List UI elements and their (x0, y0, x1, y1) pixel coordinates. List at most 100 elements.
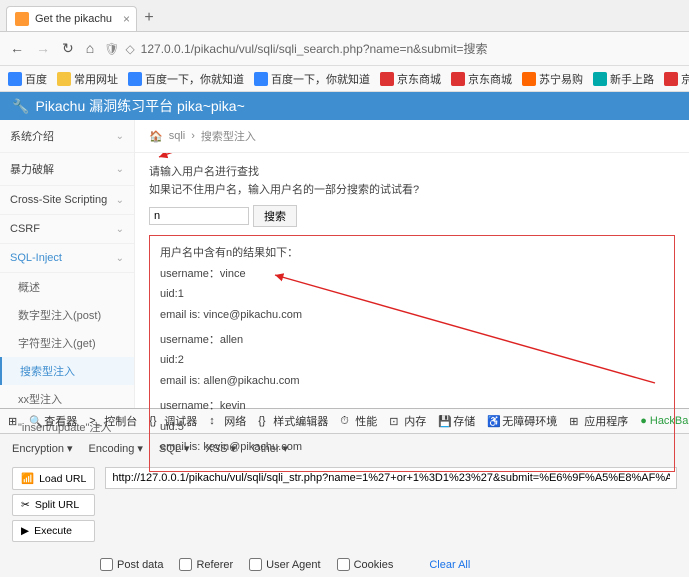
new-tab-button[interactable]: + (137, 9, 161, 31)
hackbar-options: Post data Referer User Agent Cookies Clear A… (0, 552, 689, 577)
browser-nav-bar: ← → ↻ ⌂ 🛡 ◇ 127.0.0.1/pikachu/vul/sqli/s… (0, 32, 689, 66)
forward-icon[interactable]: → (36, 40, 50, 57)
split-url-button[interactable]: ✂Split URL (12, 494, 95, 516)
checkbox[interactable] (100, 558, 113, 571)
browser-tab-bar: Get the pikachu × + (0, 0, 689, 32)
sidebar-item-label: 系统介绍 (10, 128, 54, 144)
bookmark-icon (254, 72, 268, 86)
gauge-icon: 📶 (21, 472, 34, 485)
checkbox[interactable] (179, 558, 192, 571)
hackbar-option[interactable]: Post data (100, 558, 163, 571)
sidebar-item-label: CSRF (10, 223, 40, 235)
bookmark-icon (451, 72, 465, 86)
hackbar-option[interactable]: Cookies (337, 558, 394, 571)
devtools-tab-label: 控制台 (104, 413, 137, 429)
sidebar: 系统介绍⌄暴力破解⌄Cross-Site Scripting⌄CSRF⌄SQL-… (0, 120, 135, 408)
bookmark-item[interactable]: 京东商城 (451, 71, 512, 87)
prompt-line-2: 如果记不住用户名，输入用户名的一部分搜索的试试看? (149, 181, 675, 197)
option-label: Cookies (354, 559, 394, 571)
app-header: 🔧 Pikachu 漏洞练习平台 pika~pika~ (0, 92, 689, 120)
breadcrumb-home-icon[interactable]: 🏠 (149, 130, 163, 143)
content-body: 请输入用户名进行查找 如果记不住用户名，输入用户名的一部分搜索的试试看? 搜索 … (135, 153, 689, 482)
hackbar-option[interactable]: User Agent (249, 558, 320, 571)
bookmark-item[interactable]: 新手上路 (593, 71, 654, 87)
bookmark-icon (593, 72, 607, 86)
hackbar-option[interactable]: Referer (179, 558, 233, 571)
chevron-down-icon: ⌄ (116, 131, 124, 142)
home-icon[interactable]: ⌂ (86, 40, 94, 57)
sidebar-sub-item[interactable]: 概述 (0, 273, 134, 301)
bookmark-label: 百度一下，你就知道 (145, 71, 244, 87)
tab-title: Get the pikachu (35, 13, 112, 25)
sidebar-item-label: SQL-Inject (10, 252, 62, 264)
sidebar-item-sql-inject[interactable]: SQL-Inject ⌄ (0, 244, 134, 273)
devtools-tab-icon: >_ (89, 415, 101, 427)
devtools-tab-label: 查看器 (44, 413, 77, 429)
breadcrumb-2[interactable]: 搜索型注入 (201, 128, 256, 144)
chevron-down-icon: ⌄ (116, 195, 124, 206)
back-icon[interactable]: ← (10, 40, 24, 57)
url-bar[interactable]: 🛡 ◇ 127.0.0.1/pikachu/vul/sqli/sqli_sear… (104, 40, 679, 57)
bookmarks-bar: 百度常用网址百度一下，你就知道百度一下，你就知道京东商城京东商城苏宁易购新手上路… (0, 66, 689, 92)
bookmark-item[interactable]: 苏宁易购 (522, 71, 583, 87)
option-label: Referer (196, 559, 233, 571)
shield-icon: 🛡 (104, 42, 119, 56)
sidebar-item[interactable]: 系统介绍 ⌄ (0, 120, 134, 153)
sidebar-item[interactable]: 暴力破解 ⌄ (0, 153, 134, 186)
browser-tab[interactable]: Get the pikachu × (6, 6, 137, 31)
result-entry: username：allenuid:2email is: allen@pikac… (160, 331, 664, 391)
sidebar-item-label: 暴力破解 (10, 161, 54, 177)
sidebar-item[interactable]: Cross-Site Scripting ⌄ (0, 186, 134, 215)
search-input[interactable] (149, 207, 249, 225)
chevron-down-icon: ▾ (67, 442, 73, 455)
sidebar-sub-item[interactable]: 字符型注入(get) (0, 329, 134, 357)
sidebar-item-label: Cross-Site Scripting (10, 194, 107, 206)
chevron-right-icon: › (191, 130, 195, 142)
bookmark-item[interactable]: 百度一下，你就知道 (128, 71, 244, 87)
bookmark-item[interactable]: 京东 (664, 71, 689, 87)
bookmark-icon (664, 72, 678, 86)
sidebar-sub-item[interactable]: 搜索型注入 (0, 357, 134, 385)
bookmark-label: 苏宁易购 (539, 71, 583, 87)
breadcrumb-1[interactable]: sqli (169, 130, 186, 142)
bookmark-item[interactable]: 常用网址 (57, 71, 118, 87)
bookmark-item[interactable]: 京东商城 (380, 71, 441, 87)
devtools-picker-icon[interactable]: ⊞ (8, 415, 17, 428)
bookmark-label: 常用网址 (74, 71, 118, 87)
bookmark-icon (522, 72, 536, 86)
results-header: 用户名中含有n的结果如下： (160, 244, 664, 263)
result-entry: username：vinceuid:1email is: vince@pikac… (160, 265, 664, 325)
wrench-icon: 🔧 (12, 98, 29, 115)
bookmark-icon (128, 72, 142, 86)
sidebar-sub-item[interactable]: 数字型注入(post) (0, 301, 134, 329)
bookmark-icon (380, 72, 394, 86)
tab-favicon (15, 12, 29, 26)
devtools-tab[interactable]: 🔍查看器 (29, 413, 77, 429)
dropdown-label: Encryption (12, 443, 64, 455)
load-url-button[interactable]: 📶Load URL (12, 467, 95, 490)
chevron-down-icon: ⌄ (116, 224, 124, 235)
checkbox[interactable] (337, 558, 350, 571)
devtools-tab[interactable]: >_控制台 (89, 413, 137, 429)
option-label: User Agent (266, 559, 320, 571)
hackbar-dropdown[interactable]: Encryption▾ (12, 442, 73, 455)
search-button[interactable]: 搜索 (253, 205, 297, 227)
bookmark-icon (8, 72, 22, 86)
breadcrumb: 🏠 sqli › 搜索型注入 (135, 120, 689, 153)
checkbox[interactable] (249, 558, 262, 571)
bookmark-label: 京东 (681, 71, 689, 87)
sidebar-sub-item[interactable]: xx型注入 (0, 385, 134, 413)
bookmark-icon (57, 72, 71, 86)
chevron-down-icon: ⌄ (116, 164, 124, 175)
chevron-down-icon: ⌄ (116, 253, 124, 264)
bookmark-item[interactable]: 百度 (8, 71, 47, 87)
clear-all-link[interactable]: Clear All (429, 559, 470, 571)
close-icon[interactable]: × (123, 12, 130, 26)
bookmark-item[interactable]: 百度一下，你就知道 (254, 71, 370, 87)
execute-button[interactable]: ▶Execute (12, 520, 95, 542)
reload-icon[interactable]: ↻ (62, 40, 74, 57)
prompt-line-1: 请输入用户名进行查找 (149, 163, 675, 179)
sidebar-item[interactable]: CSRF ⌄ (0, 215, 134, 244)
scissors-icon: ✂ (21, 499, 30, 511)
app-title: Pikachu 漏洞练习平台 pika~pika~ (35, 96, 244, 116)
